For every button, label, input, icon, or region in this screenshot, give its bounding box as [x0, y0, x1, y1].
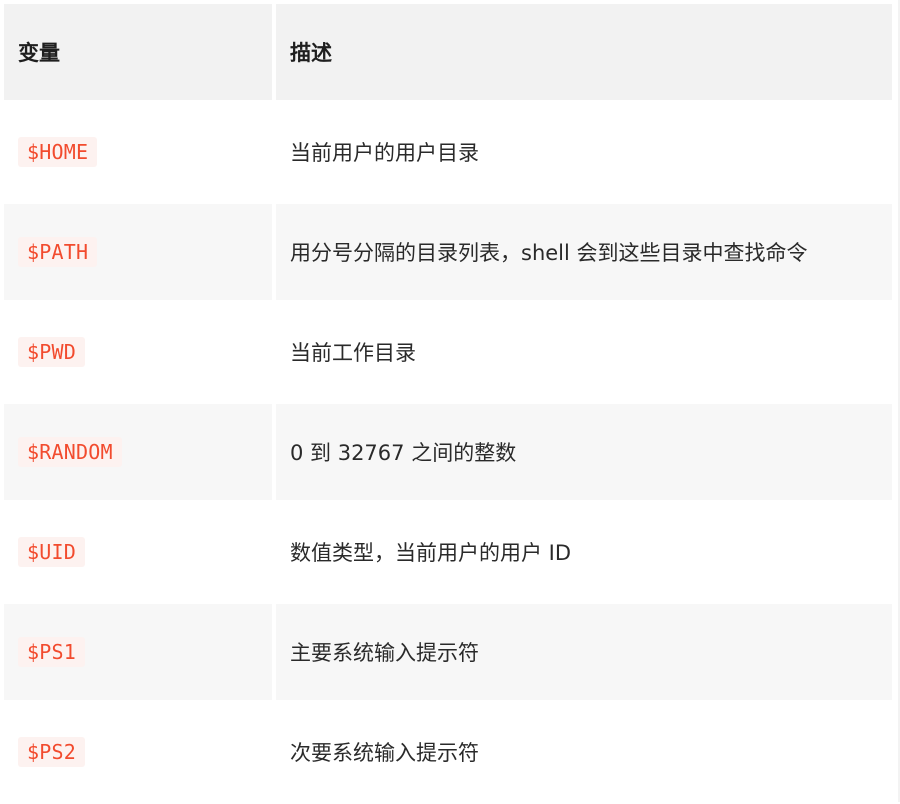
variable-description: 次要系统输入提示符	[290, 741, 479, 765]
description-cell: 当前工作目录	[276, 304, 892, 400]
description-cell: 用分号分隔的目录列表，shell 会到这些目录中查找命令	[276, 204, 892, 300]
table-row: $UID 数值类型，当前用户的用户 ID	[4, 504, 892, 600]
header-cell-description: 描述	[276, 4, 892, 100]
table-row: $HOME 当前用户的用户目录	[4, 104, 892, 200]
variable-code: $HOME	[18, 137, 98, 167]
table-row: $PS2 次要系统输入提示符	[4, 704, 892, 800]
variable-cell: $RANDOM	[4, 404, 272, 500]
description-cell: 数值类型，当前用户的用户 ID	[276, 504, 892, 600]
env-variables-table: 变量 描述 $HOME 当前用户的用户目录 $PATH 用分号分隔的目录列表，s…	[4, 4, 892, 804]
variable-cell: $PWD	[4, 304, 272, 400]
variable-description: 数值类型，当前用户的用户 ID	[290, 541, 572, 565]
variable-code: $PWD	[18, 337, 85, 367]
description-cell: 当前用户的用户目录	[276, 104, 892, 200]
variable-code: $RANDOM	[18, 437, 122, 467]
variable-cell: $PS2	[4, 704, 272, 800]
variable-code: $PS1	[18, 637, 85, 667]
table-row: $PATH 用分号分隔的目录列表，shell 会到这些目录中查找命令	[4, 204, 892, 300]
header-label-description: 描述	[290, 41, 332, 65]
header-cell-variable: 变量	[4, 4, 272, 100]
variable-description: 主要系统输入提示符	[290, 641, 479, 665]
variable-code: $PATH	[18, 237, 98, 267]
variable-code: $PS2	[18, 737, 85, 767]
variable-description: 用分号分隔的目录列表，shell 会到这些目录中查找命令	[290, 241, 808, 265]
variable-cell: $PS1	[4, 604, 272, 700]
variable-code: $UID	[18, 537, 85, 567]
variable-description: 当前用户的用户目录	[290, 141, 479, 165]
variable-description: 当前工作目录	[290, 341, 416, 365]
variable-description: 0 到 32767 之间的整数	[290, 441, 517, 465]
table-row: $RANDOM 0 到 32767 之间的整数	[4, 404, 892, 500]
header-label-variable: 变量	[18, 41, 60, 65]
variable-cell: $PATH	[4, 204, 272, 300]
table-row: $PS1 主要系统输入提示符	[4, 604, 892, 700]
variable-cell: $HOME	[4, 104, 272, 200]
table-row: $PWD 当前工作目录	[4, 304, 892, 400]
description-cell: 次要系统输入提示符	[276, 704, 892, 800]
variable-cell: $UID	[4, 504, 272, 600]
table-header-row: 变量 描述	[4, 4, 892, 100]
description-cell: 主要系统输入提示符	[276, 604, 892, 700]
description-cell: 0 到 32767 之间的整数	[276, 404, 892, 500]
